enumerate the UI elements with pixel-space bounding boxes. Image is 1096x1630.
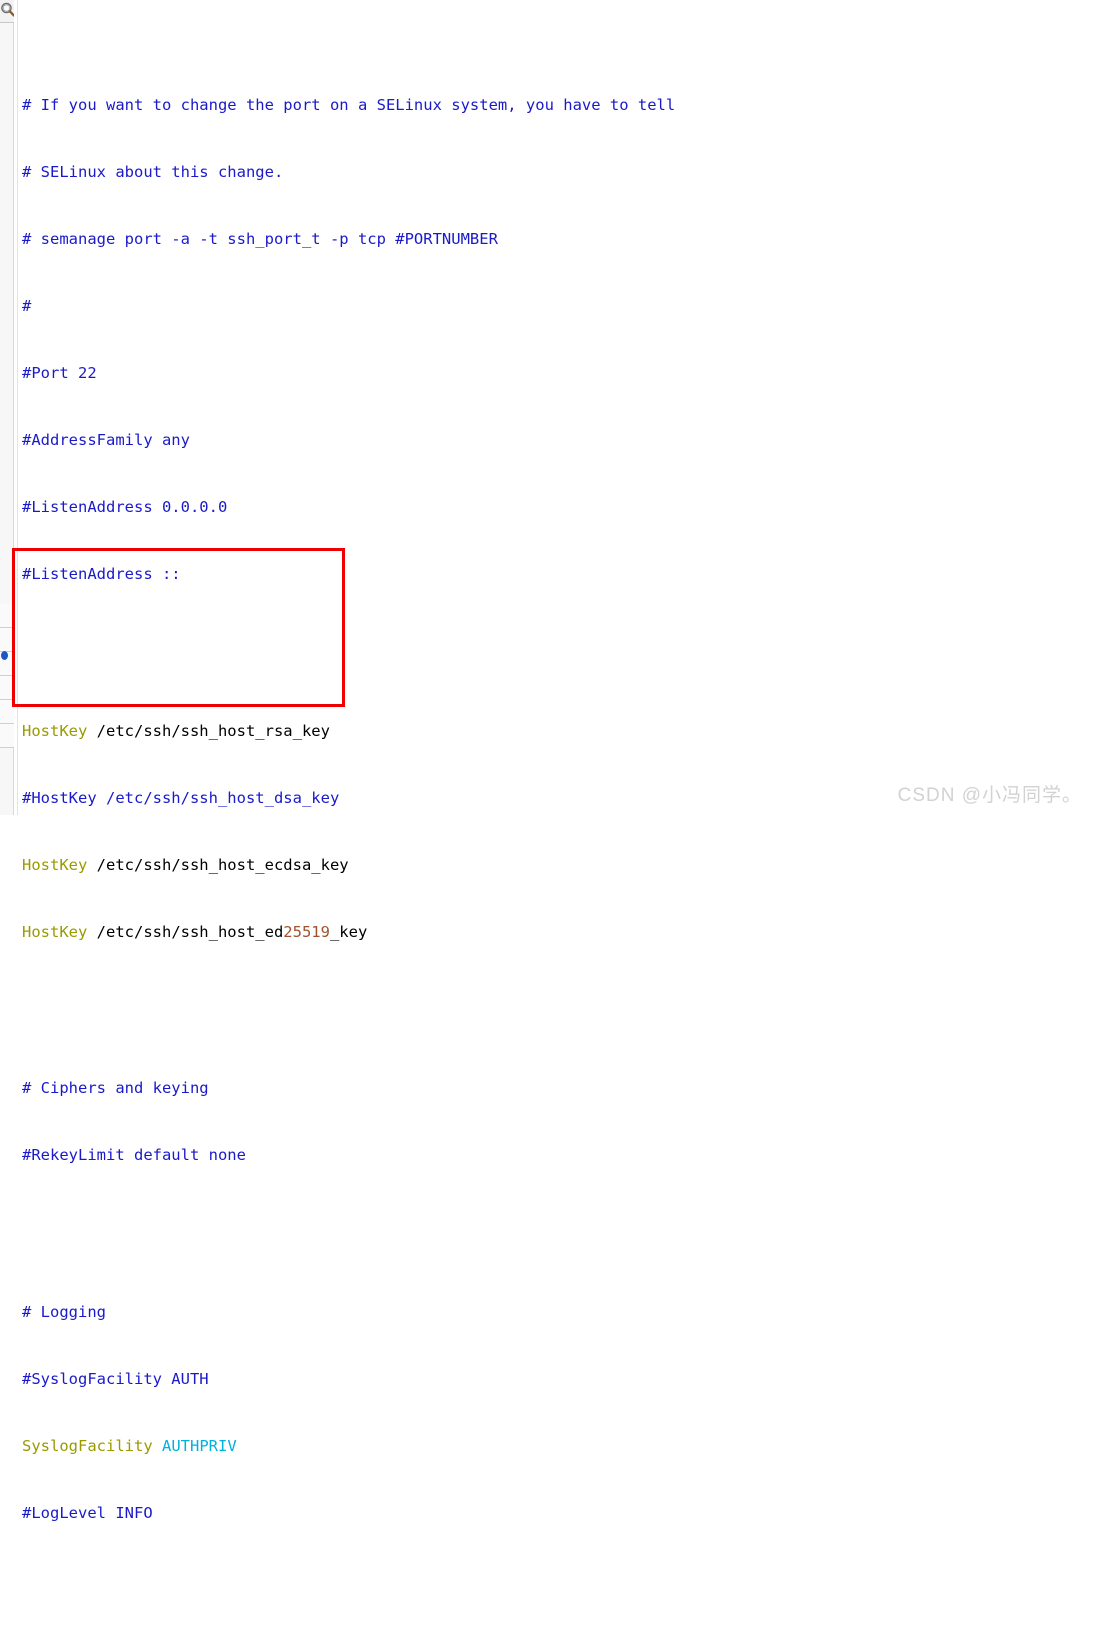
code-keyword: HostKey	[22, 855, 88, 874]
search-tool-button[interactable]	[0, 0, 14, 23]
code-value	[153, 1437, 162, 1455]
code-text: # semanage port -a -t ssh_port_t -p tcp …	[22, 230, 498, 249]
list-item-indicator-icon	[1, 651, 8, 660]
code-line: #AddressFamily any	[22, 429, 1082, 451]
code-text: #ListenAddress 0.0.0.0	[22, 498, 228, 517]
list-item[interactable]	[0, 604, 14, 628]
code-text: #SyslogFacility AUTH	[22, 1369, 209, 1388]
code-line: HostKey /etc/ssh/ssh_host_rsa_key	[22, 720, 1082, 742]
code-line: #ListenAddress ::	[22, 563, 1082, 585]
code-text: #RekeyLimit default none	[22, 1146, 246, 1165]
code-line: #ListenAddress 0.0.0.0	[22, 496, 1082, 518]
code-line: #	[22, 295, 1082, 317]
code-line: SyslogFacility AUTHPRIV	[22, 1435, 1082, 1457]
code-text: #HostKey /etc/ssh/ssh_host_dsa_key	[22, 788, 340, 807]
code-text: #	[22, 297, 32, 316]
code-text: #ListenAddress ::	[22, 565, 181, 584]
list-item[interactable]	[0, 628, 14, 652]
code-line: #Port 22	[22, 362, 1082, 384]
code-line: # semanage port -a -t ssh_port_t -p tcp …	[22, 228, 1082, 250]
code-line: HostKey /etc/ssh/ssh_host_ecdsa_key	[22, 854, 1082, 876]
code-line: # If you want to change the port on a SE…	[22, 94, 1082, 116]
code-text: #AddressFamily any	[22, 431, 190, 450]
list-item[interactable]	[0, 700, 14, 724]
code-line: #LogLevel INFO	[22, 1502, 1082, 1524]
code-text: #LogLevel INFO	[22, 1503, 153, 1522]
code-line: #SyslogFacility AUTH	[22, 1368, 1082, 1390]
code-text: # SELinux about this change.	[22, 163, 284, 182]
code-keyword: HostKey	[22, 922, 88, 941]
code-line: HostKey /etc/ssh/ssh_host_ed25519_key	[22, 921, 1082, 943]
code-editor-text[interactable]: # If you want to change the port on a SE…	[22, 27, 1082, 1630]
code-keyword: SyslogFacility	[22, 1436, 153, 1455]
list-item[interactable]	[0, 676, 14, 700]
code-number: 25519	[283, 922, 330, 941]
watermark: CSDN @小冯同学。	[897, 785, 1082, 806]
code-text: # Ciphers and keying	[22, 1079, 209, 1098]
editor-left-margin-rule	[17, 0, 18, 815]
code-text: # Logging	[22, 1302, 106, 1321]
code-keyword: HostKey	[22, 721, 88, 740]
code-value: /etc/ssh/ssh_host_ed	[87, 922, 284, 941]
list-item[interactable]	[0, 724, 14, 748]
code-text: #Port 22	[22, 364, 97, 383]
code-line: # Logging	[22, 1301, 1082, 1323]
code-value: _key	[329, 922, 368, 941]
code-line: # Ciphers and keying	[22, 1077, 1082, 1099]
code-text: # If you want to change the port on a SE…	[22, 96, 676, 115]
code-value: /etc/ssh/ssh_host_rsa_key	[87, 721, 330, 740]
code-line: # SELinux about this change.	[22, 161, 1082, 183]
code-line: #RekeyLimit default none	[22, 1144, 1082, 1166]
code-enum-value: AUTHPRIV	[162, 1436, 237, 1455]
code-value: /etc/ssh/ssh_host_ecdsa_key	[87, 855, 349, 874]
